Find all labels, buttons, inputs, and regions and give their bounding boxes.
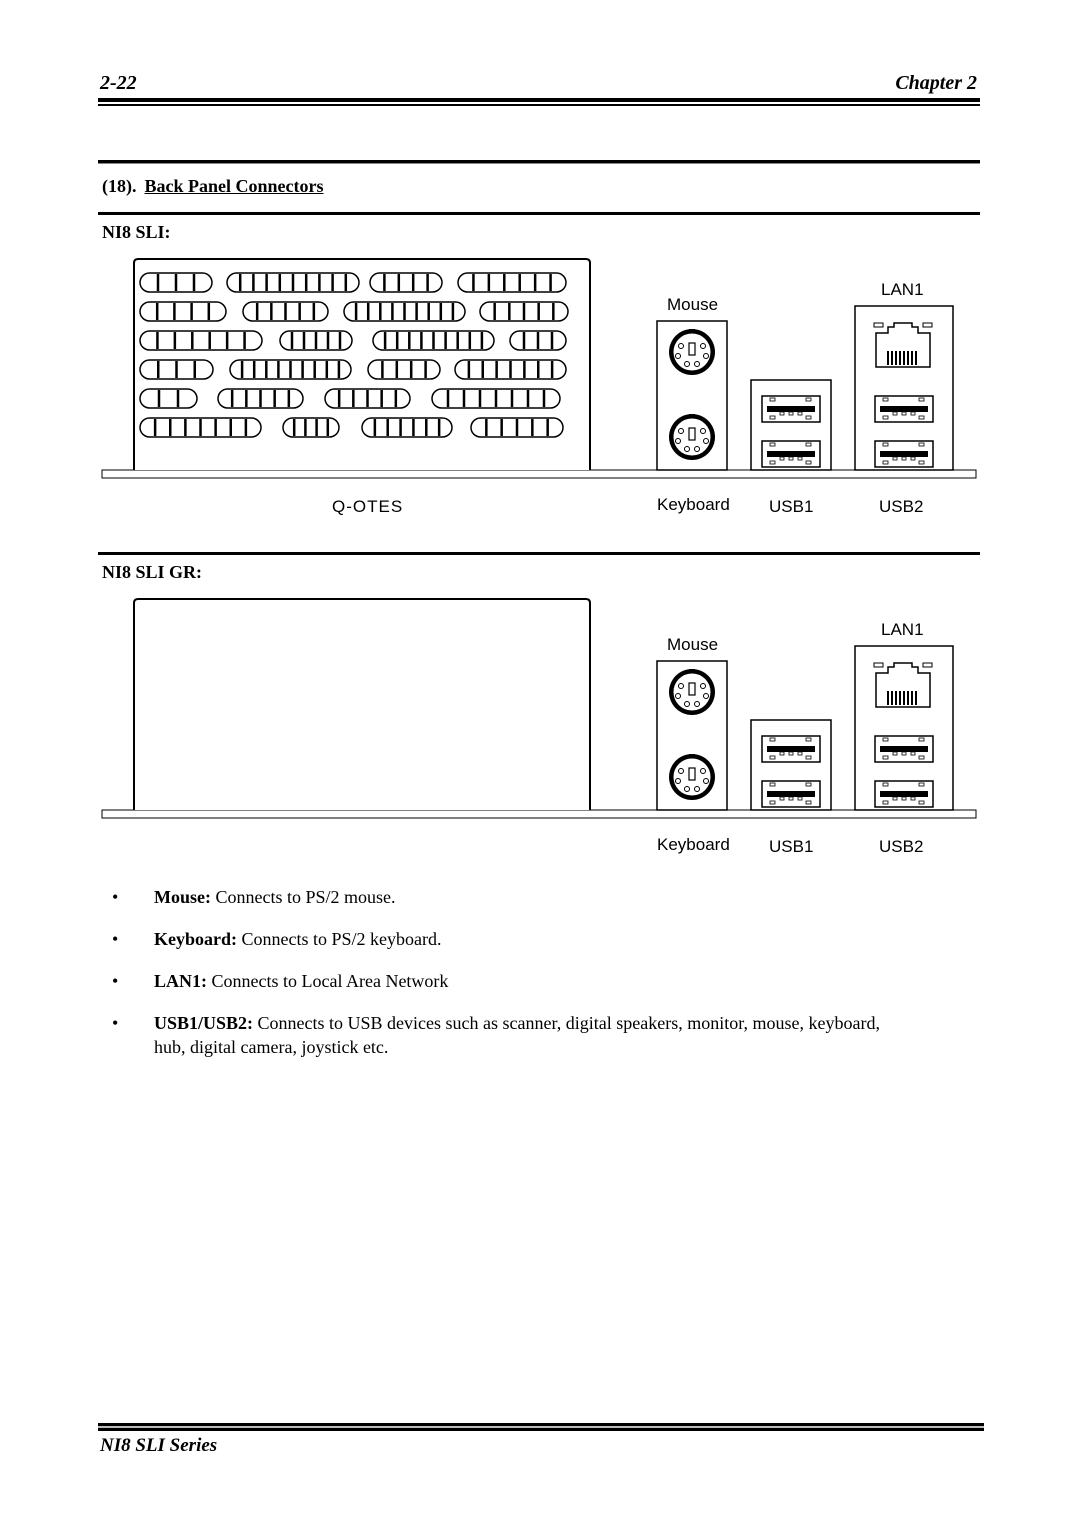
lan1-label: LAN1 [881, 620, 924, 639]
list-item-lan1: • LAN1: Connects to Local Area Network [112, 969, 912, 993]
back-panel-diagram-ni8-sli-gr: Mouse LAN1 Keyboard USB1 USB2 [100, 595, 980, 860]
usb-port-icon [761, 440, 821, 468]
term: Keyboard: [154, 929, 237, 949]
term: USB1/USB2: [154, 1013, 254, 1033]
usb1-label: USB1 [769, 837, 814, 856]
base-plate [101, 809, 977, 819]
section-rule [98, 212, 980, 215]
ps2-keyboard-port-icon [669, 754, 715, 800]
description: Connects to PS/2 mouse. [211, 887, 396, 907]
bullet-icon: • [112, 929, 119, 949]
usb1-label: USB1 [769, 497, 814, 516]
usb-port-icon [874, 735, 934, 763]
usb-port-icon [874, 440, 934, 468]
term: LAN1: [154, 971, 207, 991]
io-shield [133, 598, 591, 810]
ps2-mouse-port-icon [669, 669, 715, 715]
model-title-ni8-sli: NI8 SLI: [102, 222, 171, 242]
io-shield-label: Q-OTES [332, 497, 404, 516]
bullet-icon: • [112, 1013, 119, 1033]
footer-series: NI8 SLI Series [100, 1435, 218, 1456]
list-item-usb: • USB1/USB2: Connects to USB devices such… [112, 1011, 912, 1059]
back-panel-diagram-ni8-sli: Q-OTES Mouse LAN1 Keyboard USB1 USB2 [100, 255, 980, 520]
base-plate [101, 469, 977, 479]
vent-slot [139, 388, 198, 409]
section-title: Back Panel Connectors [144, 176, 324, 196]
usb-port-icon [761, 395, 821, 423]
back-panel-illustration [101, 258, 977, 479]
page-number: 2-22 [100, 72, 137, 94]
list-item-keyboard: • Keyboard: Connects to PS/2 keyboard. [112, 927, 912, 951]
keyboard-label: Keyboard [657, 495, 730, 514]
ps2-keyboard-port-icon [669, 414, 715, 460]
section-top-rule [98, 160, 980, 164]
list-item-mouse: • Mouse: Connects to PS/2 mouse. [112, 885, 912, 909]
footer-rule [98, 1423, 984, 1431]
lan1-label: LAN1 [881, 280, 924, 299]
usb-port-icon [874, 395, 934, 423]
bullet-icon: • [112, 887, 119, 907]
bullet-icon: • [112, 971, 119, 991]
chapter-label: Chapter 2 [895, 72, 977, 94]
keyboard-label: Keyboard [657, 835, 730, 854]
diagram-separator-rule [98, 552, 980, 555]
header-rule [98, 98, 980, 106]
usb-port-icon [761, 735, 821, 763]
description: Connects to PS/2 keyboard. [237, 929, 442, 949]
vent-slot [369, 272, 443, 293]
usb2-label: USB2 [879, 837, 924, 856]
description: Connects to USB devices such as scanner,… [154, 1013, 880, 1057]
vent-slot [282, 417, 340, 438]
ps2-mouse-port-icon [669, 329, 715, 375]
vent-slot [139, 301, 227, 322]
model-title-ni8-sli-gr: NI8 SLI GR: [102, 562, 203, 582]
mouse-label: Mouse [667, 635, 719, 654]
connector-description-list: • Mouse: Connects to PS/2 mouse. • Keyboar… [112, 885, 912, 1077]
usb2-label: USB2 [879, 497, 924, 516]
section-number: (18). [102, 176, 137, 196]
back-panel-illustration [101, 598, 977, 819]
term: Mouse: [154, 887, 211, 907]
description: Connects to Local Area Network [207, 971, 449, 991]
section-heading: (18). Back Panel Connectors [102, 176, 324, 197]
mouse-label: Mouse [667, 295, 719, 314]
usb-port-icon [761, 780, 821, 808]
usb-port-icon [874, 780, 934, 808]
vent-slot [367, 359, 441, 380]
